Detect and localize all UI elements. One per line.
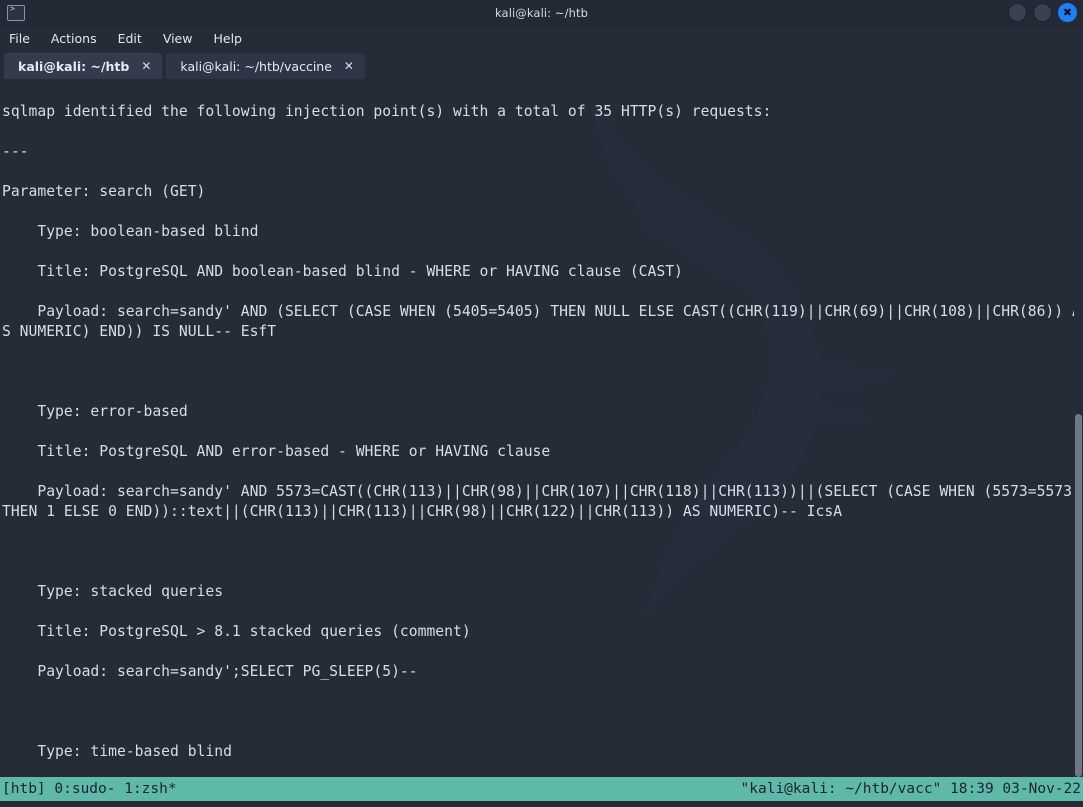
output-line: Parameter: search (GET) [2,183,206,200]
output-line: Title: PostgreSQL > 8.1 stacked queries … [2,623,471,640]
output-line: Payload: search=sandy' AND (SELECT (CASE… [2,303,1081,340]
window-bottom-padding [0,801,1083,807]
tab-label: kali@kali: ~/htb [18,58,130,74]
menu-item-file[interactable]: File [9,31,30,46]
tab-htb-vaccine[interactable]: kali@kali: ~/htb/vaccine ✕ [166,53,365,79]
output-line: Title: PostgreSQL AND boolean-based blin… [2,263,683,280]
window-title: kali@kali: ~/htb [494,6,589,20]
terminal-scrollbar[interactable] [1074,79,1083,777]
minimize-button[interactable] [1008,3,1027,22]
output-line: Payload: search=sandy' AND 5573=CAST((CH… [2,483,1081,520]
window-controls: ✖ [1008,3,1077,22]
tab-label: kali@kali: ~/htb/vaccine [180,58,332,74]
menu-item-help[interactable]: Help [213,31,242,46]
tmux-status-bar: [htb] 0:sudo- 1:zsh* "kali@kali: ~/htb/v… [0,777,1083,801]
tab-bar: kali@kali: ~/htb ✕ kali@kali: ~/htb/vacc… [0,51,1083,79]
close-icon[interactable]: ✕ [141,60,151,72]
output-line: Type: boolean-based blind [2,223,259,240]
tmux-status-right: "kali@kali: ~/htb/vacc" 18:39 03-Nov-22 [740,781,1081,797]
menu-bar: File Actions Edit View Help [0,26,1083,51]
output-line: --- [2,143,29,160]
tab-htb[interactable]: kali@kali: ~/htb ✕ [4,53,163,79]
output-line: Type: error-based [2,403,188,420]
output-line: Type: stacked queries [2,583,224,600]
terminal-output-area[interactable]: sqlmap identified the following injectio… [0,79,1083,777]
terminal-window: kali@kali: ~/htb ✖ File Actions Edit Vie… [0,0,1083,807]
sqlmap-output: sqlmap identified the following injectio… [0,79,1083,777]
output-line: sqlmap identified the following injectio… [2,103,772,120]
title-bar: kali@kali: ~/htb ✖ [0,0,1083,26]
menu-item-view[interactable]: View [163,31,193,46]
tmux-session-windows[interactable]: [htb] 0:sudo- 1:zsh* [2,781,177,797]
terminal-icon [7,4,25,21]
close-button[interactable]: ✖ [1058,3,1077,22]
maximize-button[interactable] [1033,3,1052,22]
menu-item-edit[interactable]: Edit [118,31,142,46]
output-line: Type: time-based blind [2,743,232,760]
scrollbar-thumb[interactable] [1075,414,1082,777]
output-line: Title: PostgreSQL AND error-based - WHER… [2,443,551,460]
close-icon[interactable]: ✕ [344,60,354,72]
menu-item-actions[interactable]: Actions [51,31,97,46]
output-line: Payload: search=sandy';SELECT PG_SLEEP(5… [2,663,418,680]
